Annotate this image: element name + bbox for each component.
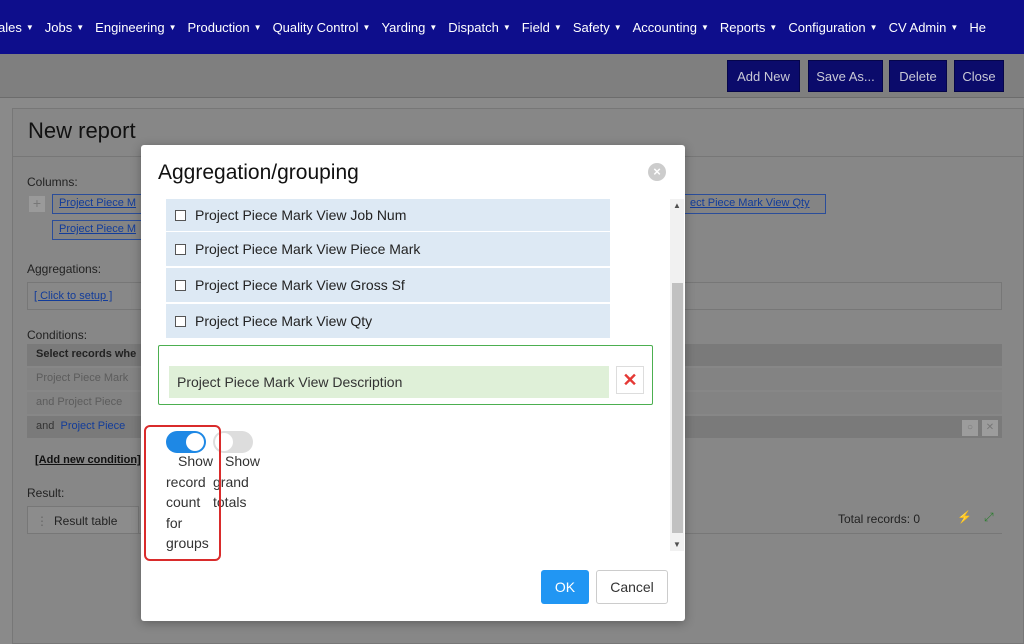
condition-field-link[interactable]: Project Piece xyxy=(60,420,125,432)
aggregations-setup-link[interactable]: [ Click to setup ] xyxy=(34,290,112,302)
option-label: Project Piece Mark View Qty xyxy=(195,313,373,329)
caret-down-icon: ▼ xyxy=(502,22,511,32)
page-title: New report xyxy=(28,118,136,143)
caret-down-icon: ▼ xyxy=(362,22,371,32)
caret-down-icon: ▼ xyxy=(613,22,622,32)
columns-label: Columns: xyxy=(27,175,78,189)
nav-label: Safety xyxy=(572,19,610,35)
add-new-button[interactable]: Add New xyxy=(727,60,800,92)
add-condition-link[interactable]: [Add new condition] xyxy=(35,454,141,466)
aggregations-label: Aggregations: xyxy=(27,262,102,276)
column-chip[interactable]: ect Piece Mark View Qty xyxy=(684,194,826,214)
nav-item-accounting[interactable]: Accounting ▼ xyxy=(633,20,709,35)
condition-and-label: and xyxy=(36,420,55,432)
caret-down-icon: ▼ xyxy=(869,22,878,32)
nav-item-configuration[interactable]: Configuration ▼ xyxy=(788,20,877,35)
field-option[interactable]: Project Piece Mark View Gross Sf xyxy=(166,268,610,302)
scrollbar-thumb[interactable] xyxy=(672,283,683,533)
ok-button[interactable]: OK xyxy=(541,570,589,604)
caret-down-icon: ▼ xyxy=(700,22,709,32)
cancel-button[interactable]: Cancel xyxy=(596,570,668,604)
drag-handle-icon[interactable]: ⋮ xyxy=(36,514,48,528)
dialog-title: Aggregation/grouping xyxy=(158,161,359,184)
nav-item-production[interactable]: Production ▼ xyxy=(187,20,261,35)
column-chip[interactable]: Project Piece M xyxy=(52,220,142,240)
nav-label: CV Admin xyxy=(888,19,947,35)
nav-label: Field xyxy=(521,19,550,35)
conditions-label: Conditions: xyxy=(27,328,88,342)
nav-label: Accounting xyxy=(632,19,697,35)
checkbox[interactable] xyxy=(175,243,186,255)
tab-label: Result table xyxy=(54,514,118,528)
nav-label: Jobs xyxy=(44,19,73,35)
caret-down-icon: ▼ xyxy=(950,22,959,32)
scroll-up-icon[interactable]: ▲ xyxy=(670,201,684,210)
nav-label: ales xyxy=(0,19,22,35)
group-by-dropzone[interactable]: Project Piece Mark View Description ✕ xyxy=(158,345,653,405)
nav-label: Production xyxy=(187,19,250,35)
caret-down-icon: ▼ xyxy=(253,22,262,32)
caret-down-icon: ▼ xyxy=(429,22,438,32)
settings-icon[interactable]: ○ xyxy=(962,420,978,436)
tab-result-table[interactable]: ⋮ Result table xyxy=(27,506,139,534)
delete-button[interactable]: Delete xyxy=(889,60,947,92)
nav-item-jobs[interactable]: Jobs ▼ xyxy=(45,20,84,35)
field-option[interactable]: Project Piece Mark View Job Num xyxy=(166,199,610,231)
main-navbar: ales ▼ Jobs ▼ Engineering ▼ Production ▼ Qua… xyxy=(0,0,1024,54)
nav-label: Dispatch xyxy=(448,19,499,35)
nav-label: Engineering xyxy=(95,19,165,35)
scroll-down-icon[interactable]: ▼ xyxy=(670,540,684,549)
caret-down-icon: ▼ xyxy=(553,22,562,32)
option-label: Project Piece Mark View Piece Mark xyxy=(195,241,421,257)
close-icon[interactable]: × xyxy=(648,163,666,181)
nav-item-safety[interactable]: Safety ▼ xyxy=(573,20,622,35)
nav-item-yarding[interactable]: Yarding ▼ xyxy=(381,20,437,35)
caret-down-icon: ▼ xyxy=(769,22,778,32)
result-label: Result: xyxy=(27,486,65,500)
nav-label: Yarding xyxy=(381,19,426,35)
dialog-scrollbar[interactable]: ▲ ▼ xyxy=(670,199,684,551)
field-option[interactable]: Project Piece Mark View Piece Mark xyxy=(166,232,610,266)
nav-label: Configuration xyxy=(788,19,866,35)
dialog-scroll-area[interactable]: Project Piece Mark View Job Num Project … xyxy=(141,199,685,551)
close-button[interactable]: Close xyxy=(954,60,1004,92)
close-icon[interactable]: ✕ xyxy=(982,420,998,436)
nav-item-reports[interactable]: Reports ▼ xyxy=(720,20,777,35)
total-records: Total records: 0 xyxy=(838,512,921,526)
nav-item-help[interactable]: He xyxy=(969,20,986,35)
remove-icon[interactable]: ✕ xyxy=(616,366,644,394)
nav-item-cv-admin[interactable]: CV Admin ▼ xyxy=(889,20,959,35)
nav-item-field[interactable]: Field ▼ xyxy=(522,20,562,35)
column-chip[interactable]: Project Piece M xyxy=(52,194,142,214)
plus-icon[interactable]: + xyxy=(29,196,45,212)
nav-item-quality-control[interactable]: Quality Control ▼ xyxy=(273,20,371,35)
nav-label: He xyxy=(969,19,986,35)
caret-down-icon: ▼ xyxy=(168,22,177,32)
checkbox[interactable] xyxy=(175,279,186,291)
nav-label: Reports xyxy=(719,19,766,35)
nav-label: Quality Control xyxy=(272,19,359,35)
field-option[interactable]: Project Piece Mark View Qty xyxy=(166,304,610,338)
group-by-item[interactable]: Project Piece Mark View Description xyxy=(169,366,609,398)
refresh-icon[interactable]: ⚡ xyxy=(957,510,972,524)
option-label: Project Piece Mark View Job Num xyxy=(195,207,407,223)
caret-down-icon: ▼ xyxy=(76,22,85,32)
aggregation-dialog: Aggregation/grouping × Project Piece Mar… xyxy=(141,145,685,621)
nav-item-dispatch[interactable]: Dispatch ▼ xyxy=(448,20,511,35)
checkbox[interactable] xyxy=(175,209,186,221)
save-as-button[interactable]: Save As... xyxy=(808,60,883,92)
highlight-outline xyxy=(144,425,221,561)
nav-item-sales[interactable]: ales ▼ xyxy=(0,20,34,35)
nav-item-engineering[interactable]: Engineering ▼ xyxy=(95,20,176,35)
option-label: Project Piece Mark View Gross Sf xyxy=(195,277,405,293)
checkbox[interactable] xyxy=(175,315,186,327)
caret-down-icon: ▼ xyxy=(25,22,34,32)
expand-icon[interactable]: ⤢ xyxy=(984,510,994,525)
